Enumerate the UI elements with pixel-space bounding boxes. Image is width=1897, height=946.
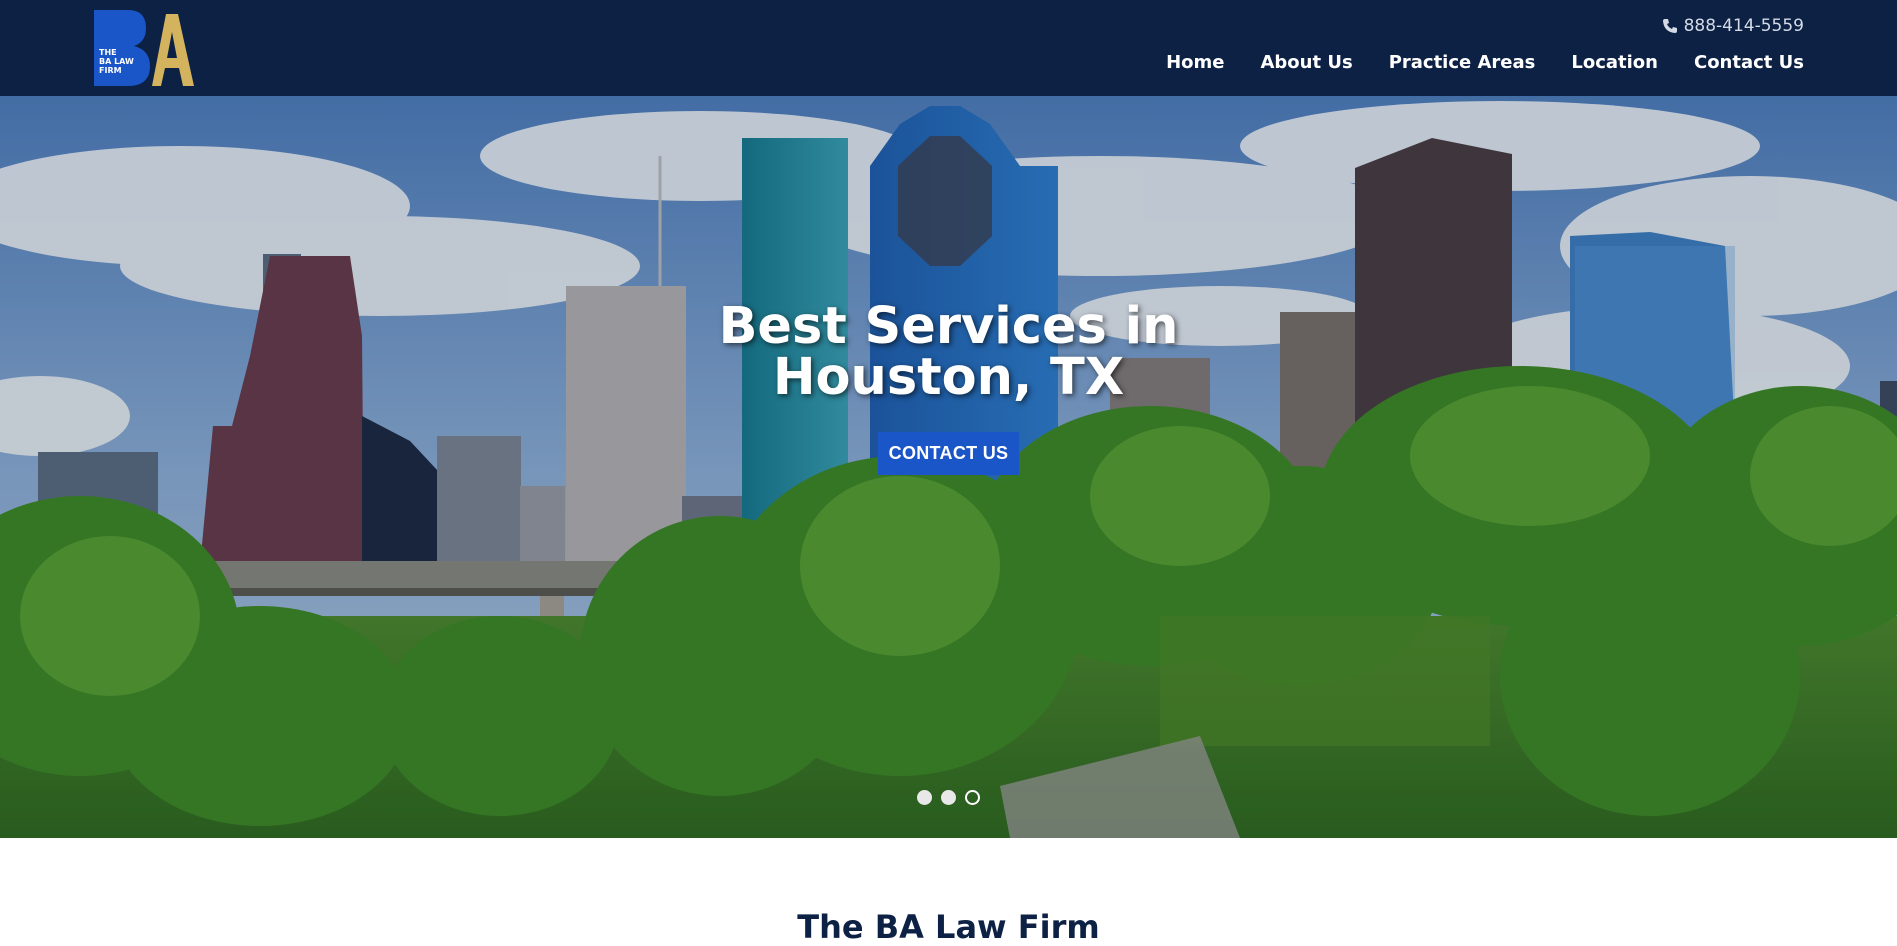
nav-home[interactable]: Home	[1166, 52, 1224, 73]
nav-contact-us[interactable]: Contact Us	[1694, 52, 1804, 73]
firm-logo[interactable]: THE BA LAW FIRM	[94, 10, 194, 86]
nav-practice-areas[interactable]: Practice Areas	[1389, 52, 1536, 73]
slider-dot-3[interactable]	[965, 790, 980, 805]
section-title: The BA Law Firm	[797, 908, 1100, 946]
logo-text-line-1: THE	[99, 48, 117, 57]
logo-text-line-2: BA LAW	[99, 57, 134, 66]
phone-icon	[1662, 18, 1678, 34]
logo-text-line-3: FIRM	[99, 66, 122, 75]
nav-location[interactable]: Location	[1571, 52, 1658, 73]
site-header: THE BA LAW FIRM 888-414-5559 Home About …	[0, 0, 1897, 96]
hero-slider: Best Services in Houston, TX CONTACT US	[0, 96, 1897, 838]
slider-dot-2[interactable]	[941, 790, 956, 805]
main-nav: Home About Us Practice Areas Location Co…	[1166, 52, 1804, 73]
hero-title: Best Services in Houston, TX	[0, 301, 1897, 403]
hero-title-line-1: Best Services in	[718, 297, 1179, 356]
phone-number-text: 888-414-5559	[1683, 16, 1804, 36]
contact-us-button[interactable]: CONTACT US	[878, 432, 1019, 475]
slider-pagination	[917, 790, 980, 805]
nav-about-us[interactable]: About Us	[1260, 52, 1352, 73]
phone-number[interactable]: 888-414-5559	[1662, 16, 1804, 36]
slider-dot-1[interactable]	[917, 790, 932, 805]
hero-title-line-2: Houston, TX	[772, 348, 1125, 407]
